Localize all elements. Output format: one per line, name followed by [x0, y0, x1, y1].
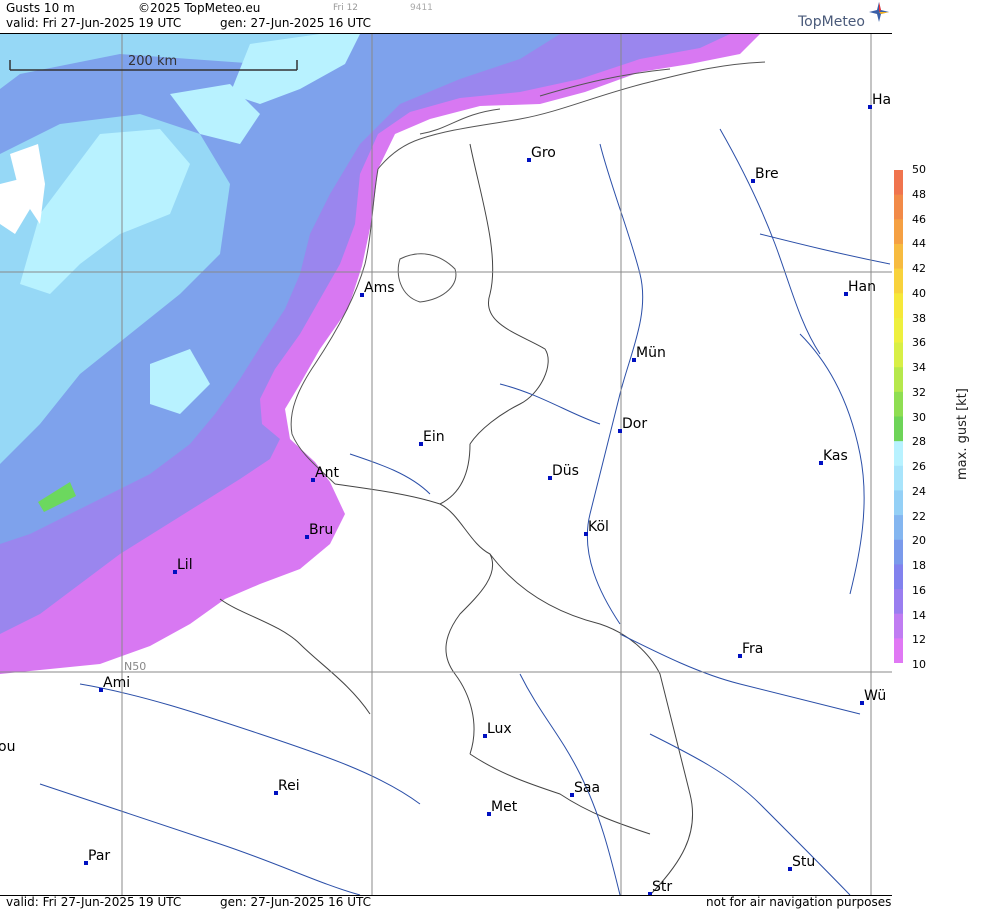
colorbar-swatch	[894, 317, 903, 344]
city-label: Ams	[364, 280, 395, 296]
colorbar-tick-label: 50	[912, 163, 926, 176]
colorbar-swatch	[894, 170, 903, 196]
city-label: Lux	[487, 721, 512, 737]
city-label: Bru	[309, 522, 333, 538]
colorbar-swatch	[894, 219, 903, 245]
colorbar-tick-label: 28	[912, 435, 926, 449]
colorbar-swatch	[894, 539, 903, 565]
city-label: Par	[88, 848, 110, 864]
footer-valid: valid: Fri 27-Jun-2025 19 UTC	[6, 895, 182, 909]
colorbar-tick-label: 44	[912, 237, 926, 251]
city-label: Köl	[588, 519, 609, 535]
colorbar-swatch	[894, 194, 903, 220]
city-label: Mün	[636, 345, 666, 361]
run-small: Fri 12	[333, 3, 359, 13]
city-label: Str	[652, 879, 672, 895]
colorbar-tick-label: 32	[912, 385, 926, 399]
colorbar-tick-label: 26	[912, 460, 926, 474]
colorbar-swatch	[894, 638, 903, 664]
colorbar-tick-label: 14	[912, 608, 926, 622]
colorbar-tick-label: 38	[912, 311, 926, 325]
compass-icon	[869, 2, 889, 22]
city-label: Stu	[792, 854, 815, 870]
city-label: Ha	[872, 92, 891, 108]
colorbar-swatch	[894, 342, 903, 368]
city-label: Ein	[423, 429, 445, 445]
colorbar-swatch	[894, 613, 903, 639]
city-label: Kas	[823, 448, 848, 464]
colorbar-tick-label: 46	[912, 212, 926, 226]
colorbar-swatch	[894, 465, 903, 491]
city-label: Bre	[755, 166, 779, 182]
colorbar-swatch	[894, 391, 903, 417]
colorbar-swatch	[894, 490, 903, 516]
colorbar-swatch	[894, 268, 903, 294]
colorbar-swatch	[894, 441, 903, 467]
code-small: 9411	[410, 3, 433, 13]
city-label: Dor	[622, 416, 647, 432]
logo-text: TopMeteo	[798, 14, 865, 30]
city-label: Saa	[574, 780, 600, 796]
product-title: Gusts 10 m	[6, 1, 75, 15]
city-label: Ant	[315, 465, 339, 481]
colorbar-swatch	[894, 515, 903, 541]
colorbar-swatch	[894, 293, 903, 319]
colorbar-tick-label: 40	[912, 286, 926, 300]
colorbar-tick-label: 24	[912, 484, 926, 498]
city-label: Wü	[864, 688, 886, 704]
city-label: ou	[0, 739, 15, 755]
city-label: Ami	[103, 675, 130, 691]
footer-gen: gen: 27-Jun-2025 16 UTC	[220, 895, 372, 909]
colorbar-swatch	[894, 416, 903, 442]
colorbar-tick-label: 36	[912, 336, 926, 350]
city-label: Han	[848, 279, 876, 295]
colorbar-swatch	[894, 589, 903, 615]
lat-label: N50	[124, 660, 146, 673]
gust-map[interactable]: N50 200 km Gro Bre Ha Ams Han Mün Dor Ein Ant Düs…	[0, 33, 892, 896]
topmeteo-logo[interactable]: TopMeteo	[798, 2, 890, 32]
city-label: Düs	[552, 463, 579, 479]
city-label: Rei	[278, 778, 300, 794]
colorbar-tick-label: 20	[912, 534, 926, 548]
colorbar-swatch	[894, 367, 903, 393]
city-label: Lil	[177, 557, 193, 573]
footer-note: not for air navigation purposes	[706, 895, 892, 909]
colorbar-tick-label: 34	[912, 361, 926, 375]
colorbar	[894, 170, 903, 664]
colorbar-tick-label: 42	[912, 262, 926, 276]
copyright: ©2025 TopMeteo.eu	[138, 1, 261, 15]
colorbar-tick-label: 10	[912, 658, 926, 672]
city-label: Gro	[531, 145, 556, 161]
city-label: Met	[491, 799, 518, 815]
scale-label: 200 km	[128, 54, 177, 69]
colorbar-tick-label: 12	[912, 633, 926, 647]
city-label: Fra	[742, 641, 763, 657]
colorbar-swatches	[894, 170, 903, 664]
colorbar-tick-label: 48	[912, 187, 926, 201]
gen-time: gen: 27-Jun-2025 16 UTC	[220, 16, 372, 30]
valid-time: valid: Fri 27-Jun-2025 19 UTC	[6, 16, 182, 30]
colorbar-swatch	[894, 243, 903, 270]
colorbar-tick-label: 18	[912, 559, 926, 573]
colorbar-tick-label: 22	[912, 509, 926, 523]
colorbar-swatch	[894, 564, 903, 590]
colorbar-tick-label: 30	[912, 410, 926, 424]
legend-unit: max. gust [kt]	[955, 388, 970, 480]
colorbar-tick-label: 16	[912, 583, 926, 597]
